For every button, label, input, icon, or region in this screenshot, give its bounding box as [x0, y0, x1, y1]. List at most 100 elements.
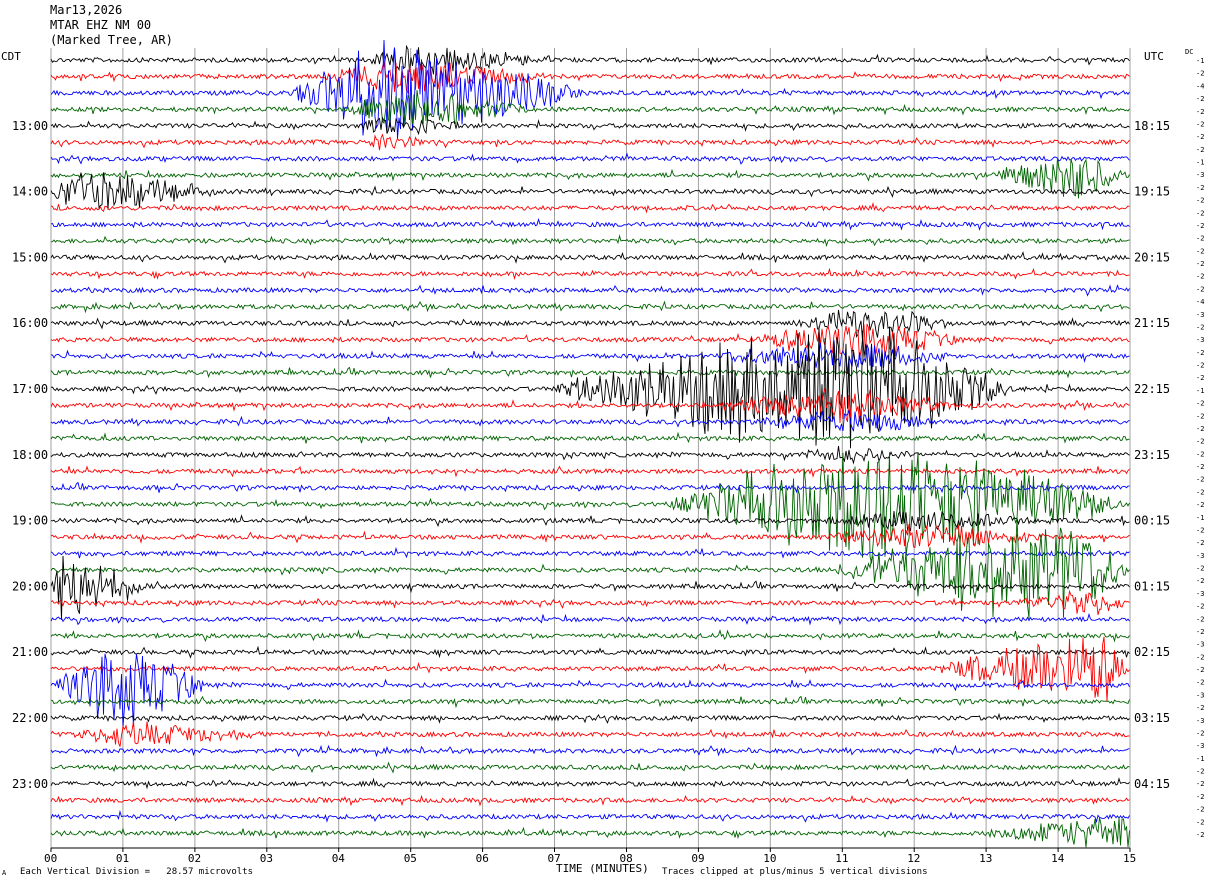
- trace-39: [50, 695, 1130, 709]
- dc-offset-value: -2: [1196, 324, 1204, 332]
- dc-offset-value: -2: [1196, 260, 1204, 268]
- trace-20: [50, 326, 1130, 449]
- trace-25: [50, 465, 1130, 479]
- dc-offset-value: -2: [1196, 603, 1204, 611]
- trace-21: [50, 388, 1130, 423]
- x-tick-label: 02: [188, 852, 201, 865]
- dc-offset-value: -3: [1196, 311, 1204, 319]
- dc-offset-value: -2: [1196, 793, 1204, 801]
- trace-41: [50, 721, 1130, 747]
- dc-offset-value: -1: [1196, 159, 1204, 167]
- trace-27: [50, 451, 1130, 564]
- dc-offset-value: -2: [1196, 285, 1204, 293]
- dc-offset-value: -2: [1196, 235, 1204, 243]
- utc-label: 23:15: [1134, 448, 1170, 462]
- x-tick-label: 10: [763, 852, 776, 865]
- dc-offset-value: -3: [1196, 742, 1204, 750]
- dc-offset-value: -2: [1196, 730, 1204, 738]
- trace-33: [50, 589, 1130, 616]
- dc-offset-value: -2: [1196, 653, 1204, 661]
- trace-9: [50, 201, 1130, 214]
- trace-5: [50, 133, 1130, 151]
- trace-7: [50, 157, 1130, 199]
- x-tick-label: 15: [1123, 852, 1136, 865]
- trace-30: [50, 546, 1130, 559]
- dc-offset-value: -2: [1196, 209, 1204, 217]
- dc-offset-value: -2: [1196, 362, 1204, 370]
- dc-offset-value: -2: [1196, 501, 1204, 509]
- dc-offset-labels: -1 -2 -4 -2 -2 -2 -2 -2 -1 -3 -2 -2 -2 -2 -2 -2 -2 -2 -2 -4…: [1196, 57, 1204, 839]
- dc-offset-value: -2: [1196, 818, 1204, 826]
- seismic-traces: [50, 39, 1130, 848]
- trace-8: [50, 172, 1130, 210]
- utc-label: 04:15: [1134, 777, 1170, 791]
- dc-offset-value: -2: [1196, 831, 1204, 839]
- dc-offset-value: -2: [1196, 488, 1204, 496]
- cdt-label: 22:00: [12, 711, 48, 725]
- trace-18: [50, 340, 1130, 375]
- dc-offset-value: -2: [1196, 273, 1204, 281]
- utc-label: 22:15: [1134, 382, 1170, 396]
- trace-47: [50, 817, 1130, 848]
- dc-offset-value: -3: [1196, 590, 1204, 598]
- dc-offset-value: -2: [1196, 768, 1204, 776]
- x-tick-label: 06: [476, 852, 489, 865]
- trace-23: [50, 431, 1130, 444]
- dc-offset-value: -2: [1196, 412, 1204, 420]
- trace-37: [50, 636, 1130, 702]
- dc-offset-value: -3: [1196, 552, 1204, 560]
- trace-0: [50, 44, 1130, 75]
- utc-label: 03:15: [1134, 711, 1170, 725]
- utc-hour-labels: 18:15 19:15 20:15 21:15 22:15 23:15 00:15 01:15…: [1134, 119, 1170, 791]
- dc-offset-value: -2: [1196, 679, 1204, 687]
- cdt-label: 13:00: [12, 119, 48, 133]
- dc-offset-value: -2: [1196, 120, 1204, 128]
- dc-offset-value: -2: [1196, 527, 1204, 535]
- trace-28: [50, 510, 1130, 532]
- trace-4: [50, 116, 1130, 136]
- cdt-label: 18:00: [12, 448, 48, 462]
- dc-offset-value: -1: [1196, 387, 1204, 395]
- trace-24: [50, 446, 1130, 465]
- plot-grid: [50, 48, 1131, 849]
- x-tick-label: 11: [835, 852, 848, 865]
- dc-offset-value: -4: [1196, 298, 1204, 306]
- x-tick-label: 09: [691, 852, 704, 865]
- trace-11: [50, 234, 1130, 248]
- trace-14: [50, 284, 1130, 297]
- utc-label: 02:15: [1134, 645, 1170, 659]
- x-tick-label: 05: [404, 852, 417, 865]
- dc-offset-value: -4: [1196, 82, 1204, 90]
- dc-offset-value: -2: [1196, 425, 1204, 433]
- dc-offset-value: -3: [1196, 717, 1204, 725]
- dc-offset-value: -2: [1196, 184, 1204, 192]
- x-tick-label: 12: [907, 852, 920, 865]
- trace-44: [50, 777, 1130, 790]
- cdt-label: 20:00: [12, 579, 48, 593]
- trace-6: [50, 152, 1130, 165]
- cdt-label: 16:00: [12, 316, 48, 330]
- dc-offset-value: -2: [1196, 806, 1204, 814]
- trace-16: [50, 309, 1130, 341]
- trace-40: [50, 712, 1130, 724]
- cdt-label: 14:00: [12, 185, 48, 199]
- utc-label: 00:15: [1134, 514, 1170, 528]
- dc-offset-value: -3: [1196, 336, 1204, 344]
- dc-offset-value: -2: [1196, 463, 1204, 471]
- trace-43: [50, 761, 1130, 774]
- trace-22: [50, 408, 1130, 432]
- dc-offset-value: -2: [1196, 95, 1204, 103]
- x-tick-label: 00: [44, 852, 57, 865]
- trace-34: [50, 612, 1130, 626]
- dc-offset-value: -2: [1196, 628, 1204, 636]
- dc-offset-value: -1: [1196, 514, 1204, 522]
- x-tick-label: 04: [332, 852, 346, 865]
- utc-label: 19:15: [1134, 185, 1170, 199]
- trace-36: [50, 645, 1130, 659]
- trace-12: [50, 251, 1130, 264]
- dc-offset-value: -2: [1196, 349, 1204, 357]
- dc-offset-value: -2: [1196, 704, 1204, 712]
- dc-offset-value: -3: [1196, 641, 1204, 649]
- utc-label: 01:15: [1134, 579, 1170, 593]
- scale-note: Each Vertical Division = 28.57 microvolt…: [20, 867, 253, 877]
